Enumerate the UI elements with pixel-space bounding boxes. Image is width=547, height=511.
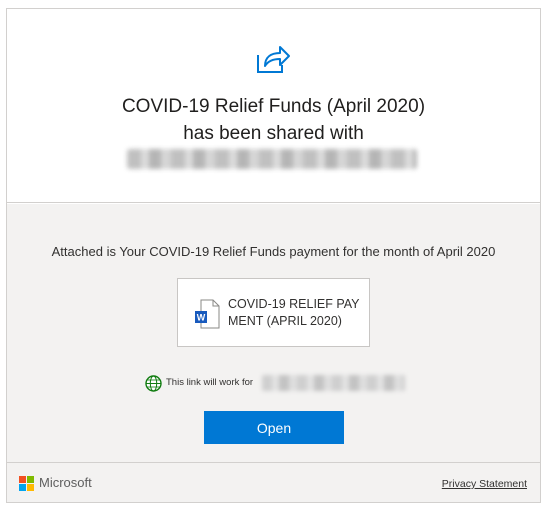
- share-message: Attached is Your COVID-19 Relief Funds p…: [51, 244, 496, 259]
- link-note-text: This link will work for: [166, 377, 254, 388]
- microsoft-logo-icon: [19, 476, 34, 491]
- share-icon: [257, 46, 290, 73]
- share-header: COVID-19 Relief Funds (April 2020) has b…: [7, 9, 540, 203]
- footer: Microsoft Privacy Statement: [7, 462, 540, 502]
- share-body: Attached is Your COVID-19 Relief Funds p…: [7, 204, 540, 462]
- file-name: COVID-19 RELIEF PAYMENT (APRIL 2020): [228, 297, 360, 328]
- share-notification-card: COVID-19 Relief Funds (April 2020) has b…: [6, 8, 541, 503]
- share-subtitle: has been shared with: [183, 123, 364, 144]
- microsoft-brand: Microsoft: [39, 475, 92, 490]
- word-document-icon: W: [195, 299, 220, 329]
- redacted-recipient: [127, 149, 417, 169]
- shared-file-card[interactable]: W COVID-19 RELIEF PAYMENT (APRIL 2020): [177, 278, 370, 347]
- globe-icon: [145, 375, 162, 392]
- privacy-statement-link[interactable]: Privacy Statement: [442, 478, 527, 490]
- open-button[interactable]: Open: [204, 411, 344, 444]
- svg-text:W: W: [197, 313, 206, 323]
- redacted-link-recipient: [262, 375, 405, 391]
- share-title: COVID-19 Relief Funds (April 2020): [121, 96, 426, 117]
